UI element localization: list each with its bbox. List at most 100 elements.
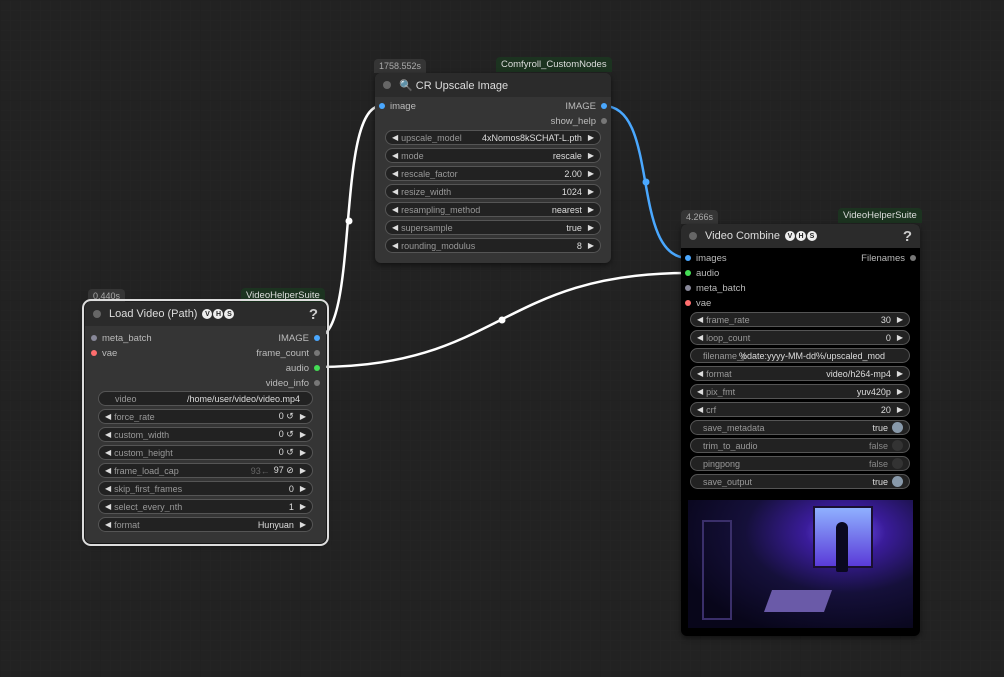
collapse-dot[interactable] [93, 310, 101, 318]
decrement-arrow-icon[interactable]: ◀ [697, 405, 703, 414]
decrement-arrow-icon[interactable]: ◀ [105, 484, 111, 493]
wire-midpoint[interactable] [498, 316, 506, 324]
decrement-arrow-icon[interactable]: ◀ [392, 133, 398, 142]
increment-arrow-icon[interactable]: ▶ [897, 333, 903, 342]
node-title-bar[interactable]: Load Video (Path) VHS ? [85, 302, 326, 326]
node-source-tag: VideoHelperSuite [241, 288, 325, 303]
output-frame-count[interactable]: frame_count [256, 346, 320, 360]
cr-upscale-image-node[interactable]: 🔍 CR Upscale Image image IMAGE show_help… [375, 73, 611, 263]
node-title-bar[interactable]: 🔍 CR Upscale Image [375, 73, 611, 97]
widget-force-rate[interactable]: ◀ force_rate 0 ↺ ▶ [98, 409, 313, 424]
widget-crf[interactable]: ◀ crf 20 ▶ [690, 402, 910, 417]
increment-arrow-icon[interactable]: ▶ [897, 405, 903, 414]
increment-arrow-icon[interactable]: ▶ [897, 369, 903, 378]
toggle-knob-icon[interactable] [892, 458, 903, 469]
widget-select-every-nth[interactable]: ◀ select_every_nth 1 ▶ [98, 499, 313, 514]
increment-arrow-icon[interactable]: ▶ [300, 448, 306, 457]
wire-midpoint[interactable] [345, 217, 353, 225]
increment-arrow-icon[interactable]: ▶ [300, 520, 306, 529]
widget-pix-fmt[interactable]: ◀ pix_fmt yuv420p ▶ [690, 384, 910, 399]
widget-frame-rate[interactable]: ◀ frame_rate 30 ▶ [690, 312, 910, 327]
input-meta-batch[interactable]: meta_batch [91, 331, 152, 345]
input-vae[interactable]: vae [91, 346, 117, 360]
widget-format[interactable]: ◀ format video/h264-mp4 ▶ [690, 366, 910, 381]
video-preview[interactable] [688, 500, 913, 628]
input-vae[interactable]: vae [685, 296, 711, 310]
decrement-arrow-icon[interactable]: ◀ [105, 502, 111, 511]
increment-arrow-icon[interactable]: ▶ [300, 484, 306, 493]
increment-arrow-icon[interactable]: ▶ [897, 315, 903, 324]
decrement-arrow-icon[interactable]: ◀ [105, 412, 111, 421]
decrement-arrow-icon[interactable]: ◀ [392, 205, 398, 214]
increment-arrow-icon[interactable]: ▶ [588, 223, 594, 232]
decrement-arrow-icon[interactable]: ◀ [697, 387, 703, 396]
decrement-arrow-icon[interactable]: ◀ [697, 369, 703, 378]
increment-arrow-icon[interactable]: ▶ [300, 466, 306, 475]
output-show-help[interactable]: show_help [551, 114, 607, 128]
decrement-arrow-icon[interactable]: ◀ [697, 315, 703, 324]
output-image[interactable]: IMAGE [565, 99, 607, 113]
decrement-arrow-icon[interactable]: ◀ [392, 151, 398, 160]
decrement-arrow-icon[interactable]: ◀ [392, 223, 398, 232]
decrement-arrow-icon[interactable]: ◀ [105, 448, 111, 457]
exec-time: 4.266s [681, 210, 719, 224]
widget-rounding-modulus[interactable]: ◀ rounding_modulus 8 ▶ [385, 238, 601, 253]
increment-arrow-icon[interactable]: ▶ [300, 502, 306, 511]
help-icon[interactable]: ? [903, 228, 912, 245]
widget-loop-count[interactable]: ◀ loop_count 0 ▶ [690, 330, 910, 345]
increment-arrow-icon[interactable]: ▶ [300, 430, 306, 439]
increment-arrow-icon[interactable]: ▶ [588, 241, 594, 250]
wire-midpoint[interactable] [642, 178, 650, 186]
vhs-badge-icons: VHS [202, 309, 235, 319]
input-audio[interactable]: audio [685, 266, 719, 280]
decrement-arrow-icon[interactable]: ◀ [392, 187, 398, 196]
decrement-arrow-icon[interactable]: ◀ [105, 430, 111, 439]
decrement-arrow-icon[interactable]: ◀ [105, 520, 111, 529]
exec-time: 0.440s [88, 289, 126, 303]
output-video-info[interactable]: video_info [266, 376, 320, 390]
widget-upscale-model[interactable]: ◀ upscale_model 4xNomos8kSCHAT-L.pth ▶ [385, 130, 601, 145]
output-audio[interactable]: audio [286, 361, 320, 375]
increment-arrow-icon[interactable]: ▶ [588, 205, 594, 214]
collapse-dot[interactable] [689, 232, 697, 240]
decrement-arrow-icon[interactable]: ◀ [105, 466, 111, 475]
decrement-arrow-icon[interactable]: ◀ [392, 169, 398, 178]
output-image[interactable]: IMAGE [278, 331, 320, 345]
increment-arrow-icon[interactable]: ▶ [588, 187, 594, 196]
increment-arrow-icon[interactable]: ▶ [588, 169, 594, 178]
toggle-trim-to-audio[interactable]: trim_to_audio false [690, 438, 910, 453]
filename-prefix-field[interactable]: filename_prefix%date:yyyy-MM-dd%/upscale… [690, 348, 910, 363]
widget-custom-height[interactable]: ◀ custom_height 0 ↺ ▶ [98, 445, 313, 460]
output-filenames[interactable]: Filenames [861, 251, 916, 265]
video-combine-node[interactable]: Video Combine VHS ? images audio meta_ba… [681, 224, 920, 636]
toggle-knob-icon[interactable] [892, 476, 903, 487]
widget-skip-first-frames[interactable]: ◀ skip_first_frames 0 ▶ [98, 481, 313, 496]
toggle-knob-icon[interactable] [892, 422, 903, 433]
widget-rescale-factor[interactable]: ◀ rescale_factor 2.00 ▶ [385, 166, 601, 181]
input-image[interactable]: image [379, 99, 416, 113]
load-video-path-node[interactable]: Load Video (Path) VHS ? meta_batch vae I… [82, 299, 329, 546]
widget-frame-load-cap[interactable]: ◀ frame_load_cap 93← 97 ⊘ ▶ [98, 463, 313, 478]
increment-arrow-icon[interactable]: ▶ [588, 133, 594, 142]
increment-arrow-icon[interactable]: ▶ [897, 387, 903, 396]
toggle-knob-icon[interactable] [892, 440, 903, 451]
widget-resize-width[interactable]: ◀ resize_width 1024 ▶ [385, 184, 601, 199]
widget-resampling-method[interactable]: ◀ resampling_method nearest ▶ [385, 202, 601, 217]
collapse-dot[interactable] [383, 81, 391, 89]
video-path-field[interactable]: video/home/user/video/video.mp4 [98, 391, 313, 406]
node-title-bar[interactable]: Video Combine VHS ? [681, 224, 920, 248]
decrement-arrow-icon[interactable]: ◀ [697, 333, 703, 342]
widget-custom-width[interactable]: ◀ custom_width 0 ↺ ▶ [98, 427, 313, 442]
help-icon[interactable]: ? [309, 306, 318, 323]
widget-format[interactable]: ◀ format Hunyuan ▶ [98, 517, 313, 532]
toggle-save-metadata[interactable]: save_metadata true [690, 420, 910, 435]
widget-supersample[interactable]: ◀ supersample true ▶ [385, 220, 601, 235]
toggle-pingpong[interactable]: pingpong false [690, 456, 910, 471]
toggle-save-output[interactable]: save_output true [690, 474, 910, 489]
input-meta-batch[interactable]: meta_batch [685, 281, 746, 295]
decrement-arrow-icon[interactable]: ◀ [392, 241, 398, 250]
increment-arrow-icon[interactable]: ▶ [300, 412, 306, 421]
widget-mode[interactable]: ◀ mode rescale ▶ [385, 148, 601, 163]
increment-arrow-icon[interactable]: ▶ [588, 151, 594, 160]
input-images[interactable]: images [685, 251, 727, 265]
